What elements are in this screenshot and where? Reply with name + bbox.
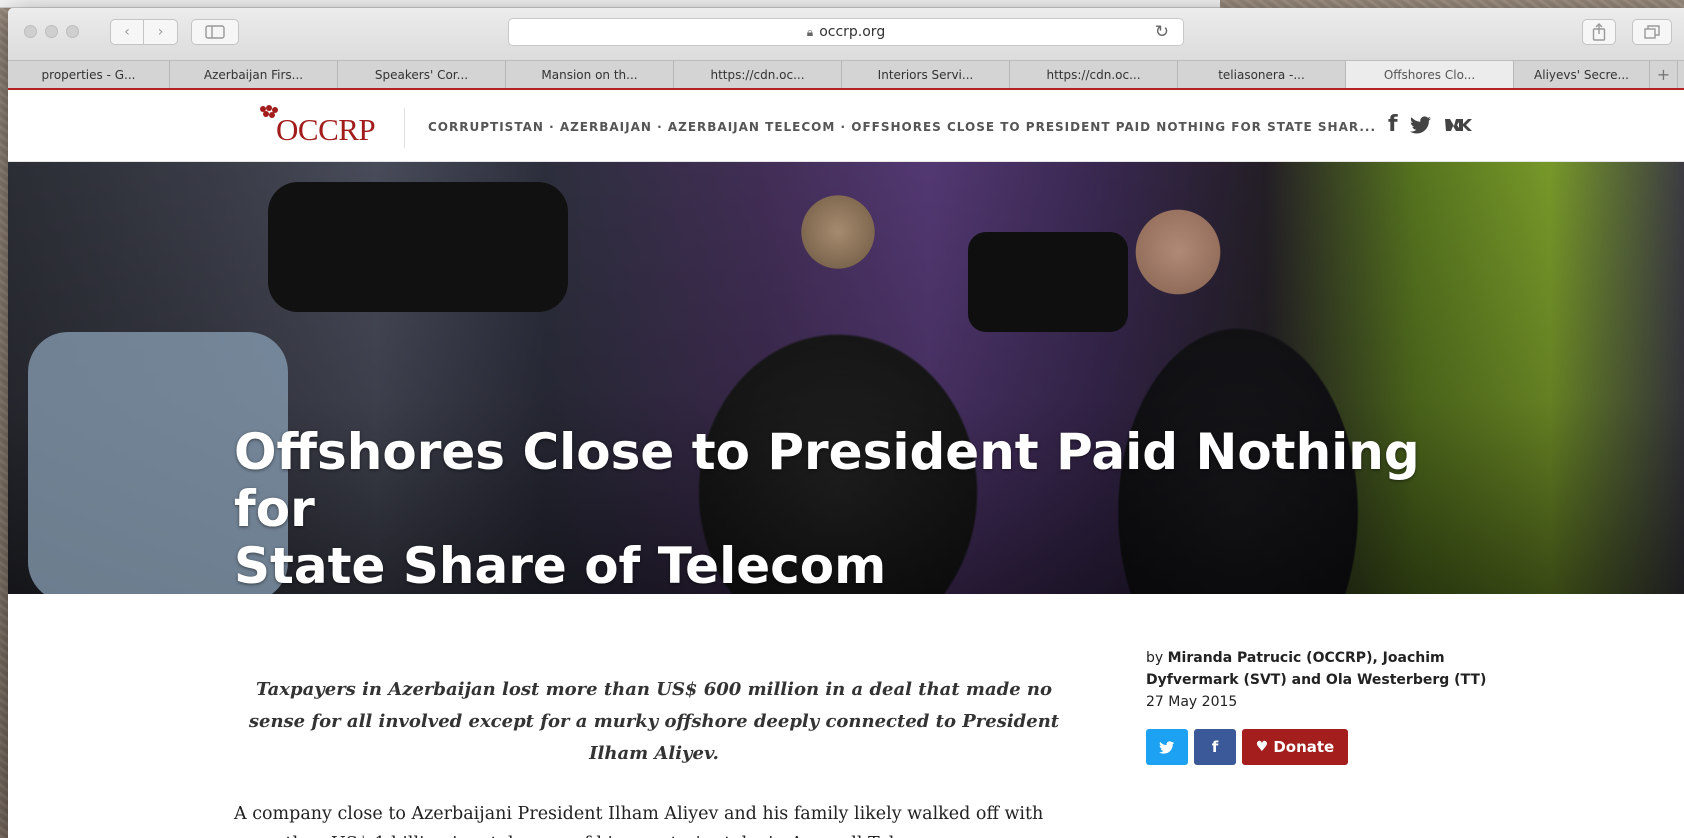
- twitter-icon: [1159, 740, 1175, 754]
- header-divider: [404, 108, 405, 148]
- browser-tab[interactable]: Aliyevs' Secre...: [1514, 61, 1650, 88]
- hero-image: Offshores Close to President Paid Nothin…: [8, 162, 1684, 594]
- article-title-line2: State Share of Telecom: [234, 537, 887, 595]
- byline-authors-line2[interactable]: Dyfvermark (SVT) and Ola Westerberg (TT): [1146, 672, 1486, 688]
- site-header: OCCRP CORRUPTISTAN · AZERBAIJAN · AZERBA…: [8, 92, 1684, 162]
- facebook-icon: f: [1211, 738, 1219, 756]
- browser-tab-label: teliasonera -...: [1218, 67, 1305, 82]
- browser-toolbar: ‹ › 🔒︎ occrp.org ↻: [8, 8, 1684, 60]
- browser-tab-label: Mansion on th...: [541, 67, 638, 82]
- back-button[interactable]: ‹: [110, 19, 144, 45]
- header-social-links: f: [1388, 112, 1472, 137]
- browser-tab[interactable]: https://cdn.oc...: [1010, 61, 1178, 88]
- donate-button[interactable]: ♥ Donate: [1242, 729, 1348, 765]
- sidebar-toggle-button[interactable]: [191, 19, 239, 45]
- article-title: Offshores Close to President Paid Nothin…: [234, 423, 1484, 595]
- zoom-window-button[interactable]: [66, 25, 79, 38]
- article-lede: Taxpayers in Azerbaijan lost more than U…: [248, 679, 1060, 764]
- share-button[interactable]: [1582, 19, 1616, 45]
- navigation-buttons: ‹ ›: [110, 19, 178, 45]
- browser-window: ‹ › 🔒︎ occrp.org ↻ properties - G... Azer…: [8, 8, 1684, 838]
- share-facebook-button[interactable]: f: [1194, 729, 1236, 765]
- twitter-icon[interactable]: [1409, 115, 1432, 134]
- share-icon: [1592, 23, 1606, 41]
- browser-tab-label: Azerbaijan Firs...: [203, 67, 304, 82]
- byline-prefix: by: [1146, 650, 1164, 666]
- browser-tab-label: https://cdn.oc...: [1046, 67, 1141, 82]
- browser-tab-label: properties - G...: [41, 67, 136, 82]
- heart-icon: ♥: [1255, 739, 1269, 755]
- close-window-button[interactable]: [24, 25, 37, 38]
- tabs-icon: [1644, 25, 1660, 39]
- browser-tab-label: Aliyevs' Secre...: [1534, 67, 1629, 82]
- browser-tab[interactable]: Offshores Clo...: [1346, 61, 1514, 88]
- share-buttons: f ♥ Donate: [1146, 729, 1348, 765]
- browser-tab-label: Interiors Servi...: [877, 67, 974, 82]
- window-controls: [24, 25, 79, 38]
- background-window-strip: [0, 0, 1220, 8]
- forward-icon: ›: [157, 24, 164, 40]
- browser-tab-label: https://cdn.oc...: [710, 67, 805, 82]
- hero-camera-shape: [268, 182, 568, 312]
- article-title-line1: Offshores Close to President Paid Nothin…: [234, 423, 1420, 538]
- vk-icon[interactable]: [1444, 117, 1472, 133]
- tab-bar: properties - G... Azerbaijan Firs... Speak…: [8, 60, 1684, 90]
- forward-button[interactable]: ›: [144, 19, 178, 45]
- facebook-icon[interactable]: f: [1388, 112, 1398, 137]
- article-date: 27 May 2015: [1146, 694, 1238, 710]
- breadcrumb[interactable]: CORRUPTISTAN · AZERBAIJAN · AZERBAIJAN T…: [428, 120, 1376, 134]
- show-tabs-button[interactable]: [1632, 19, 1672, 45]
- address-bar[interactable]: 🔒︎ occrp.org ↻: [508, 18, 1184, 46]
- minimize-window-button[interactable]: [45, 25, 58, 38]
- browser-tab[interactable]: https://cdn.oc...: [674, 61, 842, 88]
- address-text: occrp.org: [819, 24, 886, 40]
- lock-icon: 🔒︎: [806, 24, 814, 39]
- site-logo[interactable]: OCCRP: [276, 102, 376, 148]
- new-tab-button[interactable]: +: [1650, 61, 1678, 88]
- sidebar-icon: [205, 25, 225, 39]
- hero-camera-shape: [968, 232, 1128, 332]
- donate-label: Donate: [1273, 738, 1335, 756]
- browser-tab[interactable]: Interiors Servi...: [842, 61, 1010, 88]
- article-byline: by Miranda Patrucic (OCCRP), Joachim Dyf…: [1146, 647, 1506, 713]
- share-twitter-button[interactable]: [1146, 729, 1188, 765]
- reload-icon[interactable]: ↻: [1155, 22, 1169, 42]
- browser-tab[interactable]: Azerbaijan Firs...: [170, 61, 338, 88]
- browser-tab[interactable]: properties - G...: [8, 61, 170, 88]
- browser-tab-label: Speakers' Cor...: [374, 67, 469, 82]
- browser-tab[interactable]: teliasonera -...: [1178, 61, 1346, 88]
- browser-tab[interactable]: Mansion on th...: [506, 61, 674, 88]
- back-icon: ‹: [124, 24, 130, 40]
- browser-tab-label: Offshores Clo...: [1383, 67, 1476, 82]
- browser-tab[interactable]: Speakers' Cor...: [338, 61, 506, 88]
- article-body: A company close to Azerbaijani President…: [234, 804, 1044, 838]
- byline-authors-line1[interactable]: Miranda Patrucic (OCCRP), Joachim: [1168, 650, 1445, 666]
